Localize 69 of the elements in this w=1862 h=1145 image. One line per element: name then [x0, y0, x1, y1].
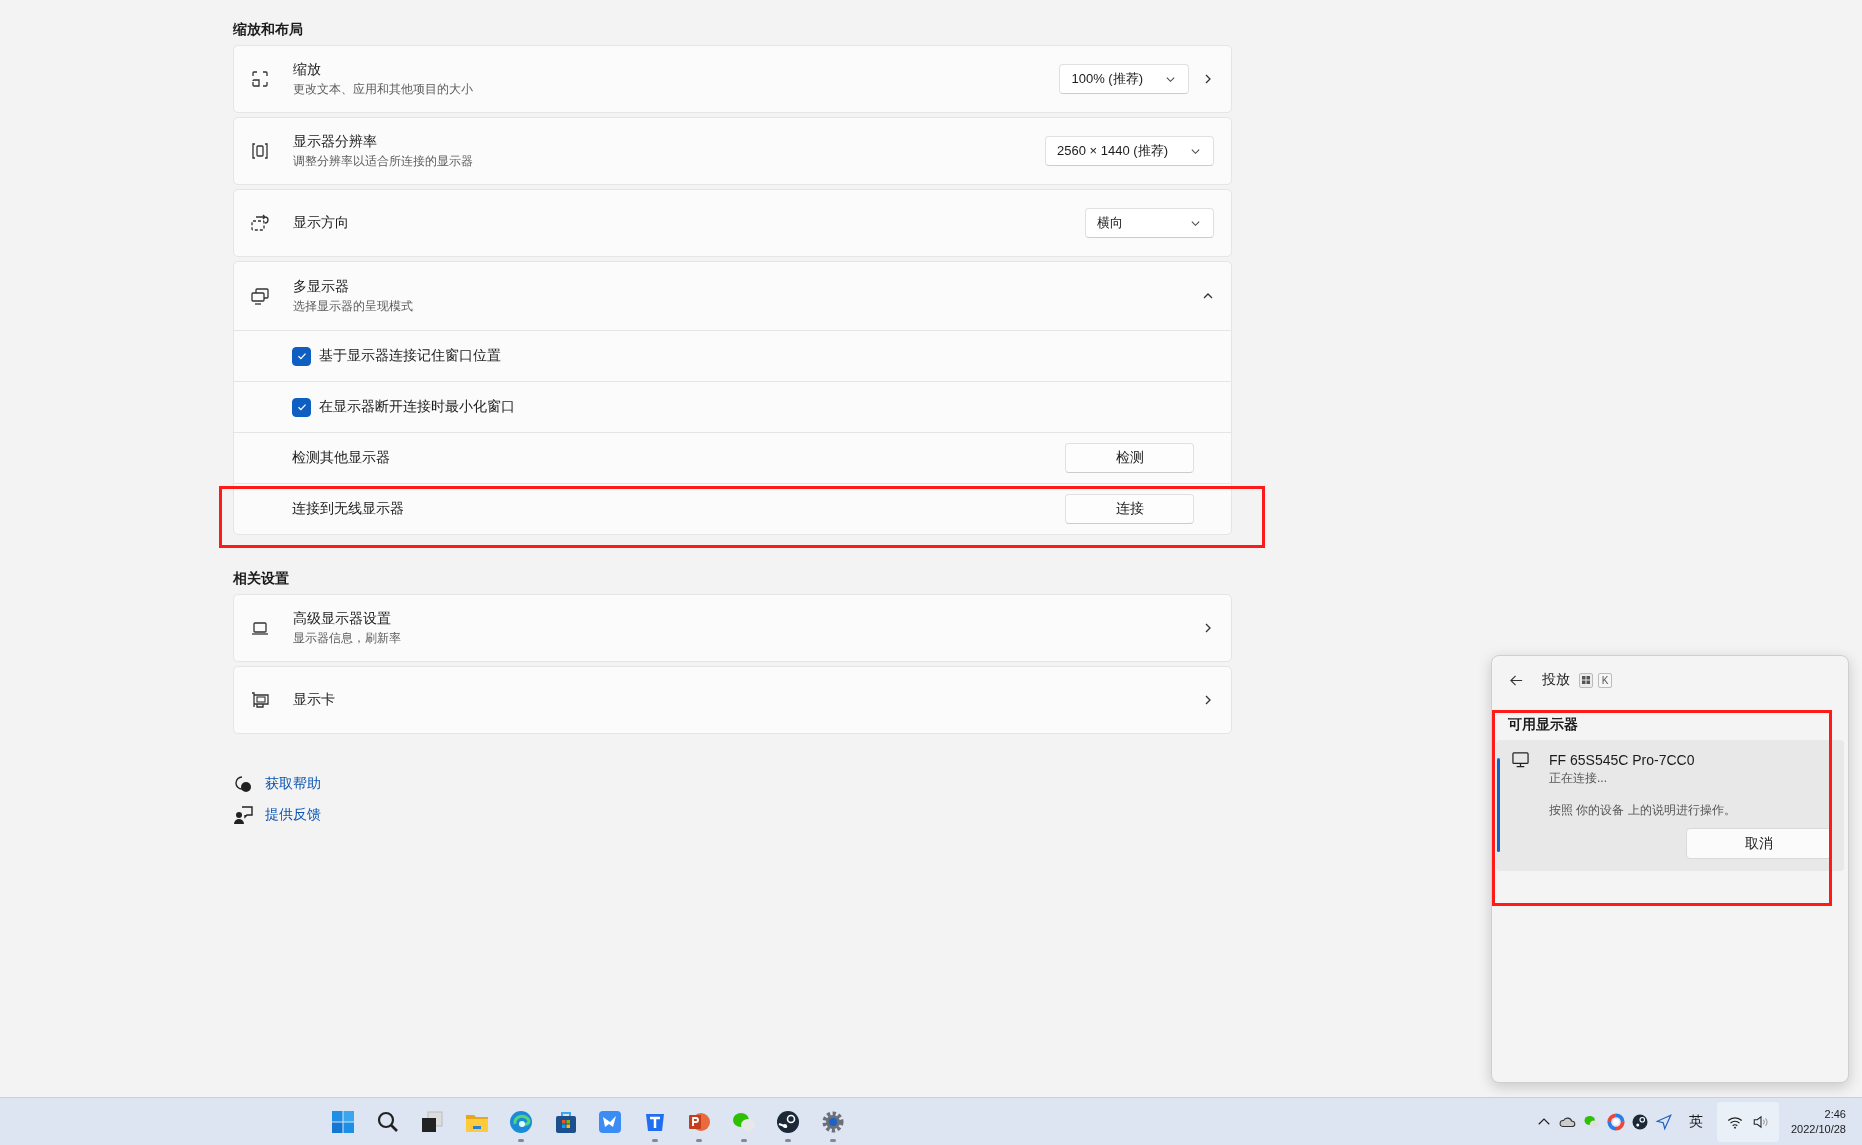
store-bag-icon	[553, 1109, 578, 1134]
setting-description: 显示器信息，刷新率	[293, 629, 402, 647]
checkbox[interactable]	[292, 397, 311, 417]
search-icon	[375, 1109, 400, 1134]
running-indicator	[651, 1139, 658, 1142]
setting-card[interactable]: 显示方向 横向	[233, 189, 1232, 257]
cancel-button[interactable]: 取消	[1686, 828, 1832, 859]
browser-icon	[509, 1109, 533, 1134]
device-status: 正在连接...	[1549, 770, 1608, 787]
bird-app-icon	[598, 1109, 622, 1134]
help-link[interactable]: 获取帮助	[265, 775, 321, 793]
setting-title: 检测其他显示器	[292, 449, 391, 467]
setting-description: 选择显示器的呈现模式	[293, 297, 414, 315]
resolution-icon	[250, 141, 270, 161]
running-indicator	[785, 1139, 791, 1142]
gear-icon	[820, 1109, 845, 1134]
setting-title: 缩放	[293, 60, 322, 79]
panel-title: 投放	[1542, 671, 1570, 689]
running-indicator	[518, 1139, 524, 1142]
steam-icon[interactable]	[1630, 1112, 1649, 1131]
checkbox-label: 基于显示器连接记住窗口位置	[319, 347, 501, 365]
setting-card[interactable]: 高级显示器设置 显示器信息，刷新率	[233, 594, 1232, 662]
running-indicator	[829, 1139, 836, 1142]
setting-title: 高级显示器设置	[293, 609, 392, 628]
dropdown[interactable]: 2560 × 1440 (推荐)	[1045, 136, 1214, 166]
running-indicator	[696, 1139, 702, 1142]
device-name: FF 65S545C Pro-7CC0	[1549, 752, 1696, 768]
dropdown[interactable]: 横向	[1085, 208, 1214, 238]
running-indicator	[740, 1139, 747, 1142]
section-heading: 可用显示器	[1507, 716, 1579, 734]
setting-title: 连接到无线显示器	[292, 500, 405, 518]
setting-description: 更改文本、应用和其他项目的大小	[293, 80, 474, 98]
steam-icon	[776, 1109, 800, 1134]
section-heading: 缩放和布局	[233, 20, 304, 39]
clock[interactable]: 2:46 2022/10/28	[1790, 1108, 1848, 1135]
feedback-icon	[233, 805, 253, 825]
help-icon	[233, 774, 253, 794]
input-method-indicator[interactable]: 英	[1688, 1112, 1703, 1131]
help-link[interactable]: 提供反馈	[265, 806, 321, 824]
section-heading: 相关设置	[233, 569, 290, 588]
paper-plane-icon[interactable]	[1654, 1112, 1673, 1131]
keyboard-key: K	[1598, 672, 1612, 688]
device-item[interactable]: FF 65S545C Pro-7CC0 正在连接... 按照 你的设备 上的说明进行操作。 取消	[1496, 740, 1844, 871]
action-button[interactable]: 检测	[1065, 443, 1194, 473]
quick-settings-button[interactable]	[1716, 1101, 1779, 1142]
setting-title: 显示卡	[293, 691, 336, 709]
setting-card[interactable]: 显示卡	[233, 666, 1232, 734]
monitors-icon	[250, 286, 270, 306]
windows-logo-icon	[331, 1109, 355, 1134]
setting-card[interactable]: 显示器分辨率 调整分辨率以适合所连接的显示器 2560 × 1440 (推荐)	[233, 117, 1232, 185]
monitor-icon	[1512, 752, 1529, 769]
windows-key-icon	[1579, 672, 1593, 688]
setting-description: 调整分辨率以适合所连接的显示器	[293, 152, 474, 170]
colorful-ring-icon[interactable]	[1606, 1112, 1625, 1131]
action-button[interactable]: 连接	[1065, 494, 1194, 524]
clock-time: 2:46	[1824, 1108, 1846, 1120]
windows-stack-icon	[420, 1109, 444, 1134]
checkbox-label: 在显示器断开连接时最小化窗口	[319, 398, 515, 416]
graphics-card-icon	[250, 690, 270, 710]
dropdown[interactable]: 100% (推荐)	[1059, 64, 1189, 94]
setting-title: 显示器分辨率	[293, 132, 378, 151]
clock-date: 2022/10/28	[1790, 1123, 1846, 1135]
setting-title: 显示方向	[293, 214, 350, 232]
setting-title: 多显示器	[293, 277, 350, 296]
setting-card[interactable]: 缩放 更改文本、应用和其他项目的大小 100% (推荐)	[233, 45, 1232, 113]
instruction-text: 按照 你的设备 上的说明进行操作。	[1549, 802, 1737, 819]
checkbox[interactable]	[292, 346, 311, 366]
scale-icon	[250, 69, 270, 89]
orientation-icon	[250, 213, 270, 233]
